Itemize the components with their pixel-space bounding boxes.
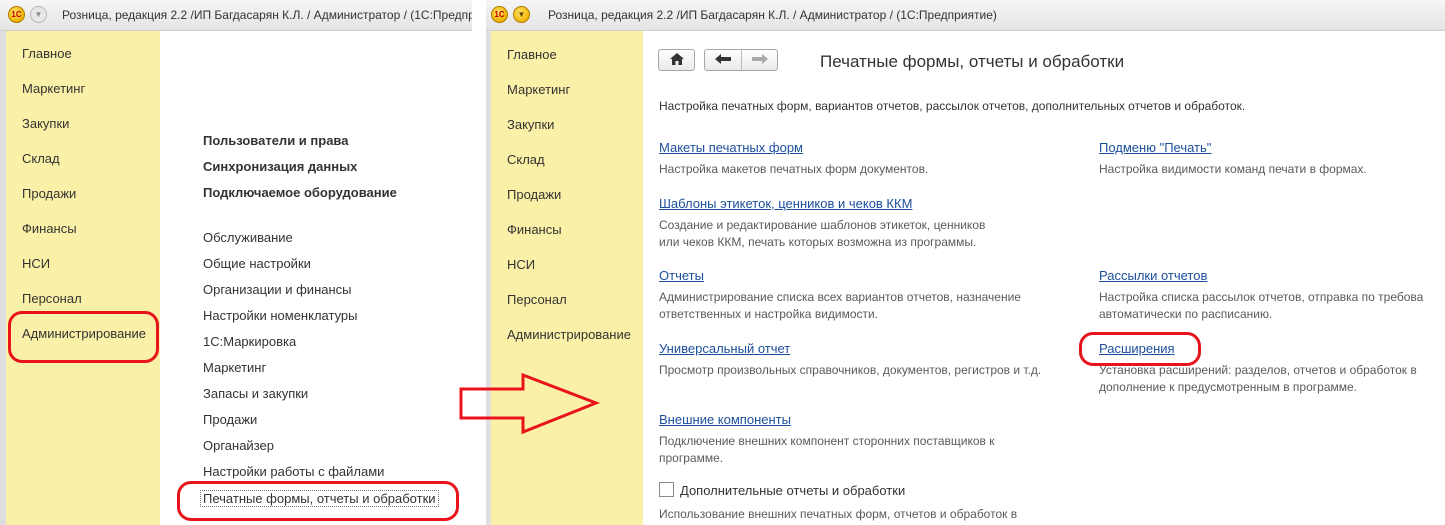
sidebar-item-personnel[interactable]: Персонал bbox=[22, 291, 82, 306]
desc-reports-2: ответственных и настройка видимости. bbox=[659, 307, 879, 321]
red-arrow-icon bbox=[459, 372, 600, 435]
link-organizations-finance[interactable]: Организации и финансы bbox=[203, 282, 352, 297]
arrow-right-icon[interactable] bbox=[751, 52, 769, 70]
link-sales[interactable]: Продажи bbox=[203, 412, 257, 427]
link-marking[interactable]: 1С:Маркировка bbox=[203, 334, 296, 349]
sidebar-item-nsi[interactable]: НСИ bbox=[507, 257, 535, 272]
left-sidebar: Главное Маркетинг Закупки Склад Продажи … bbox=[0, 31, 160, 525]
home-button[interactable] bbox=[658, 49, 695, 71]
highlight-extensions bbox=[1079, 332, 1201, 366]
right-content-panel: Печатные формы, отчеты и обработки Настр… bbox=[643, 31, 1445, 525]
desc-external-components-1: Подключение внешних компонент сторонних … bbox=[659, 434, 995, 448]
sidebar-item-personnel[interactable]: Персонал bbox=[507, 292, 567, 307]
1c-logo-icon[interactable]: 1С bbox=[491, 6, 508, 23]
additional-reports-label[interactable]: Дополнительные отчеты и обработки bbox=[680, 483, 905, 498]
page-subtitle: Настройка печатных форм, вариантов отчет… bbox=[659, 99, 1246, 113]
additional-reports-checkbox[interactable] bbox=[659, 482, 674, 497]
sidebar-item-purchases[interactable]: Закупки bbox=[507, 117, 554, 132]
sidebar-item-sales[interactable]: Продажи bbox=[507, 187, 561, 202]
page-title: Печатные формы, отчеты и обработки bbox=[820, 52, 1125, 71]
link-universal-report[interactable]: Универсальный отчет bbox=[659, 341, 790, 356]
desc-report-mailings-1: Настройка списка рассылок отчетов, отпра… bbox=[1099, 290, 1424, 304]
link-organizer[interactable]: Органайзер bbox=[203, 438, 274, 453]
window-separator bbox=[472, 0, 486, 525]
desc-report-mailings-2: автоматически по расписанию. bbox=[1099, 307, 1273, 321]
sidebar-item-warehouse[interactable]: Склад bbox=[507, 152, 545, 167]
link-maintenance[interactable]: Обслуживание bbox=[203, 230, 293, 245]
main-menu-icon[interactable]: ▼ bbox=[513, 6, 530, 23]
nav-button-group bbox=[704, 49, 778, 71]
link-print-layouts[interactable]: Макеты печатных форм bbox=[659, 140, 803, 155]
sidebar-item-warehouse[interactable]: Склад bbox=[22, 151, 60, 166]
desc-external-components-2: программе. bbox=[659, 451, 724, 465]
link-reports[interactable]: Отчеты bbox=[659, 268, 704, 283]
sidebar-item-marketing[interactable]: Маркетинг bbox=[22, 81, 85, 96]
highlight-administration bbox=[8, 311, 159, 363]
link-report-mailings[interactable]: Рассылки отчетов bbox=[1099, 268, 1207, 283]
desc-label-templates-2: или чеков ККМ, печать которых возможна и… bbox=[659, 235, 977, 249]
nav-divider bbox=[741, 50, 742, 70]
desc-label-templates-1: Создание и редактирование шаблонов этике… bbox=[659, 218, 986, 232]
link-print-submenu[interactable]: Подменю "Печать" bbox=[1099, 140, 1211, 155]
link-file-settings[interactable]: Настройки работы с файлами bbox=[203, 464, 384, 479]
left-window: 1С ▼ Розница, редакция 2.2 /ИП Багдасаря… bbox=[0, 0, 472, 525]
link-marketing[interactable]: Маркетинг bbox=[203, 360, 266, 375]
sidebar-item-finance[interactable]: Финансы bbox=[22, 221, 77, 236]
sidebar-item-finance[interactable]: Финансы bbox=[507, 222, 562, 237]
left-titlebar: 1С ▼ Розница, редакция 2.2 /ИП Багдасаря… bbox=[0, 0, 472, 31]
1c-logo-icon[interactable]: 1С bbox=[8, 6, 25, 23]
link-users-rights[interactable]: Пользователи и права bbox=[203, 133, 348, 148]
sidebar-item-nsi[interactable]: НСИ bbox=[22, 256, 50, 271]
highlight-print-forms bbox=[177, 481, 459, 521]
arrow-left-icon[interactable] bbox=[714, 52, 732, 70]
sidebar-item-purchases[interactable]: Закупки bbox=[22, 116, 69, 131]
main-menu-icon[interactable]: ▼ bbox=[30, 6, 47, 23]
left-content-panel: Пользователи и права Синхронизация данны… bbox=[160, 31, 472, 525]
right-window-title: Розница, редакция 2.2 /ИП Багдасарян К.Л… bbox=[548, 8, 997, 22]
sidebar-item-sales[interactable]: Продажи bbox=[22, 186, 76, 201]
link-connected-equipment[interactable]: Подключаемое оборудование bbox=[203, 185, 397, 200]
link-label-templates[interactable]: Шаблоны этикеток, ценников и чеков ККМ bbox=[659, 196, 912, 211]
sidebar-item-administration[interactable]: Администрирование bbox=[507, 327, 631, 342]
sidebar-item-marketing[interactable]: Маркетинг bbox=[507, 82, 570, 97]
right-window: 1С ▼ Розница, редакция 2.2 /ИП Багдасаря… bbox=[486, 0, 1445, 525]
right-sidebar: Главное Маркетинг Закупки Склад Продажи … bbox=[486, 31, 643, 525]
link-stock-purchases[interactable]: Запасы и закупки bbox=[203, 386, 308, 401]
desc-reports-1: Администрирование списка всех вариантов … bbox=[659, 290, 1021, 304]
sidebar-item-main[interactable]: Главное bbox=[22, 46, 72, 61]
desc-extensions-2: дополнение к предусмотренным в программе… bbox=[1099, 380, 1358, 394]
left-window-title: Розница, редакция 2.2 /ИП Багдасарян К.Л… bbox=[62, 8, 472, 22]
desc-print-submenu: Настройка видимости команд печати в форм… bbox=[1099, 162, 1367, 176]
home-icon bbox=[669, 52, 685, 70]
desc-print-layouts: Настройка макетов печатных форм документ… bbox=[659, 162, 929, 176]
link-external-components[interactable]: Внешние компоненты bbox=[659, 412, 791, 427]
right-titlebar: 1С ▼ Розница, редакция 2.2 /ИП Багдасаря… bbox=[486, 0, 1445, 31]
link-nomenclature-settings[interactable]: Настройки номенклатуры bbox=[203, 308, 358, 323]
desc-additional-reports: Использование внешних печатных форм, отч… bbox=[659, 507, 1018, 521]
link-data-sync[interactable]: Синхронизация данных bbox=[203, 159, 357, 174]
sidebar-item-main[interactable]: Главное bbox=[507, 47, 557, 62]
link-general-settings[interactable]: Общие настройки bbox=[203, 256, 311, 271]
desc-universal-report: Просмотр произвольных справочников, доку… bbox=[659, 363, 1042, 377]
